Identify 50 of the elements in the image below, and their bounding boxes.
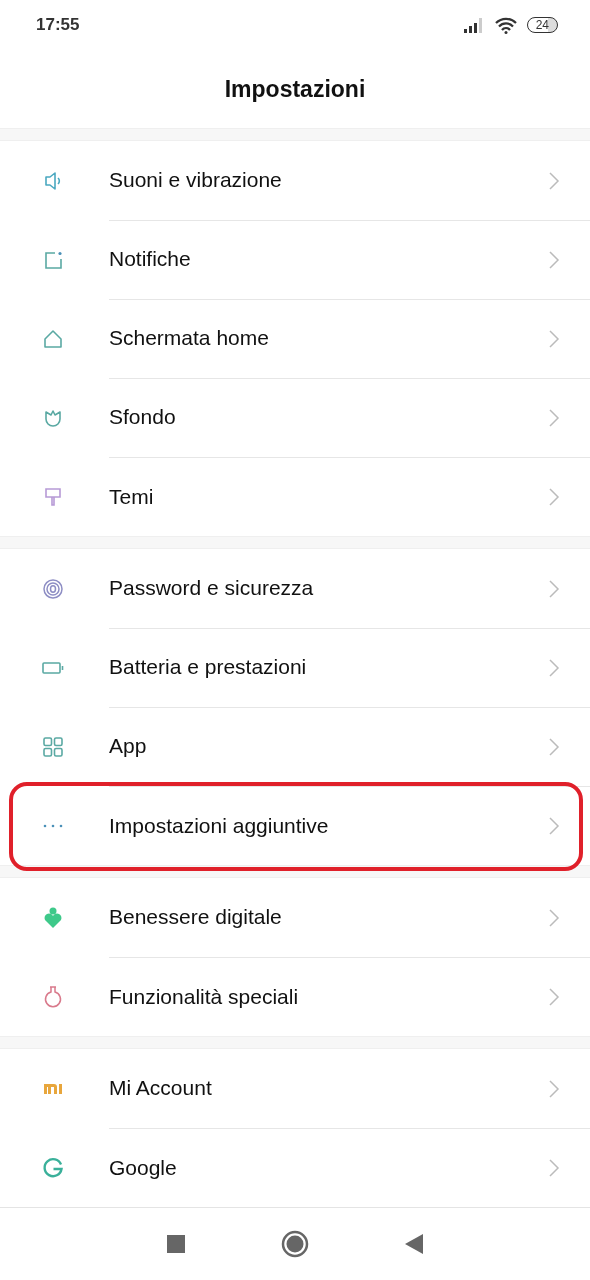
settings-item-label: Benessere digitale <box>109 905 282 929</box>
settings-item-label: Notifiche <box>109 247 191 271</box>
chevron-icon <box>548 329 560 349</box>
settings-item[interactable]: Impostazioni aggiuntive <box>0 786 590 865</box>
home-button[interactable] <box>281 1230 309 1258</box>
wifi-icon <box>494 16 517 34</box>
settings-item-label: App <box>109 734 147 758</box>
chevron-icon <box>548 1158 560 1178</box>
chevron-icon <box>548 737 560 757</box>
settings-item[interactable]: Mi Account <box>0 1049 590 1128</box>
settings-item-label: Temi <box>109 484 154 509</box>
grid-icon <box>41 734 65 759</box>
chevron-icon <box>548 987 560 1007</box>
status-time: 17:55 <box>36 15 80 35</box>
settings-item[interactable]: Funzionalità speciali <box>0 957 590 1036</box>
chevron-icon <box>548 408 560 428</box>
settings-item-label: Batteria e prestazioni <box>109 655 307 679</box>
chevron-icon <box>548 250 560 270</box>
signal-icon <box>462 17 485 33</box>
battery-level: 24 <box>526 17 558 33</box>
settings-item[interactable]: Benessere digitale <box>0 878 590 957</box>
settings-item-label: Funzionalità speciali <box>109 984 299 1009</box>
g-logo-icon <box>41 1155 65 1180</box>
settings-item[interactable]: Google <box>0 1128 590 1207</box>
settings-item-label: Mi Account <box>109 1076 212 1100</box>
settings-item-label: Schermata home <box>109 326 269 350</box>
chevron-icon <box>548 816 560 836</box>
settings-item-label: Suoni e vibrazione <box>109 168 282 192</box>
settings-item[interactable]: Batteria e prestazioni <box>0 628 590 707</box>
fingerprint-icon <box>41 576 65 601</box>
chevron-icon <box>548 171 560 191</box>
settings-item-label: Google <box>109 1155 177 1180</box>
settings-item-label: Password e sicurezza <box>109 576 314 600</box>
settings-item-label: Impostazioni aggiuntive <box>109 813 329 838</box>
settings-item[interactable]: Suoni e vibrazione <box>0 141 590 220</box>
chevron-icon <box>548 658 560 678</box>
chevron-icon <box>548 908 560 928</box>
more-icon <box>41 822 65 829</box>
page-title: Impostazioni <box>223 74 367 104</box>
settings-item-label: Sfondo <box>109 405 176 429</box>
settings-item[interactable]: Password e sicurezza <box>0 549 590 628</box>
back-button[interactable] <box>405 1234 423 1254</box>
chevron-icon <box>548 579 560 599</box>
settings-item[interactable]: App <box>0 707 590 786</box>
settings-item[interactable]: Notifiche <box>0 220 590 299</box>
settings-item[interactable]: Temi <box>0 457 590 536</box>
chevron-icon <box>548 487 560 507</box>
chevron-icon <box>548 1079 560 1099</box>
settings-item[interactable]: Sfondo <box>0 378 590 457</box>
settings-item[interactable]: Schermata home <box>0 299 590 378</box>
